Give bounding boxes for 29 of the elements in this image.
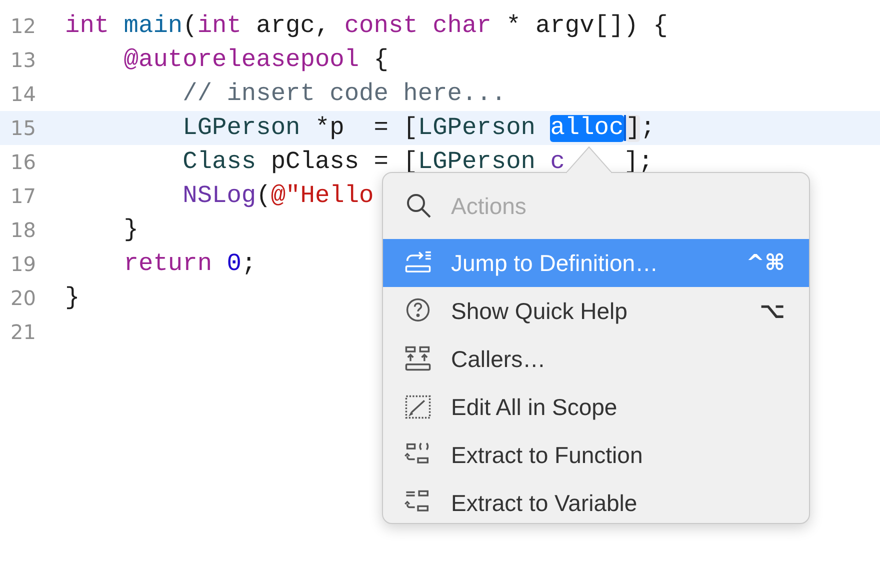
code-text: LGPerson *p = [LGPerson bbox=[182, 114, 536, 142]
code-text: return 0; bbox=[122, 250, 256, 278]
code-text: } bbox=[122, 216, 139, 244]
line-number: 19 bbox=[10, 252, 36, 276]
code-text: @autoreleasepool { bbox=[122, 46, 388, 74]
line-number: 15 bbox=[10, 116, 36, 140]
line-number: 16 bbox=[10, 150, 36, 174]
code-text: NSLog(@"Hello bbox=[182, 182, 374, 210]
code-text: } bbox=[65, 284, 80, 312]
menu-item[interactable]: Extract to Variable bbox=[383, 479, 809, 527]
menu-item[interactable]: Edit All in Scope bbox=[383, 383, 809, 431]
line-number: 21 bbox=[10, 320, 36, 344]
line-number: 20 bbox=[10, 286, 36, 310]
menu-item[interactable]: Extract to Function bbox=[383, 431, 809, 479]
selected-text: alloc bbox=[550, 114, 624, 142]
line-number: 13 bbox=[10, 48, 36, 72]
keyboard-shortcut: ^⌘ bbox=[746, 250, 785, 276]
search-icon bbox=[405, 192, 433, 220]
line-number: 17 bbox=[10, 184, 36, 208]
line-number: 14 bbox=[10, 82, 36, 106]
text-cursor bbox=[624, 115, 626, 141]
menu-item[interactable]: Callers… bbox=[383, 335, 809, 383]
menu-item[interactable]: Show Quick Help ⌥ bbox=[383, 287, 809, 335]
code-text: // insert code here... bbox=[182, 80, 506, 108]
line-number: 18 bbox=[10, 218, 36, 242]
search-field[interactable]: Actions bbox=[449, 192, 753, 220]
keyboard-shortcut: ⌥ bbox=[760, 298, 785, 324]
code-text: int main(int argc, const char * argv[]) { bbox=[65, 12, 668, 40]
line-number: 12 bbox=[10, 14, 36, 38]
